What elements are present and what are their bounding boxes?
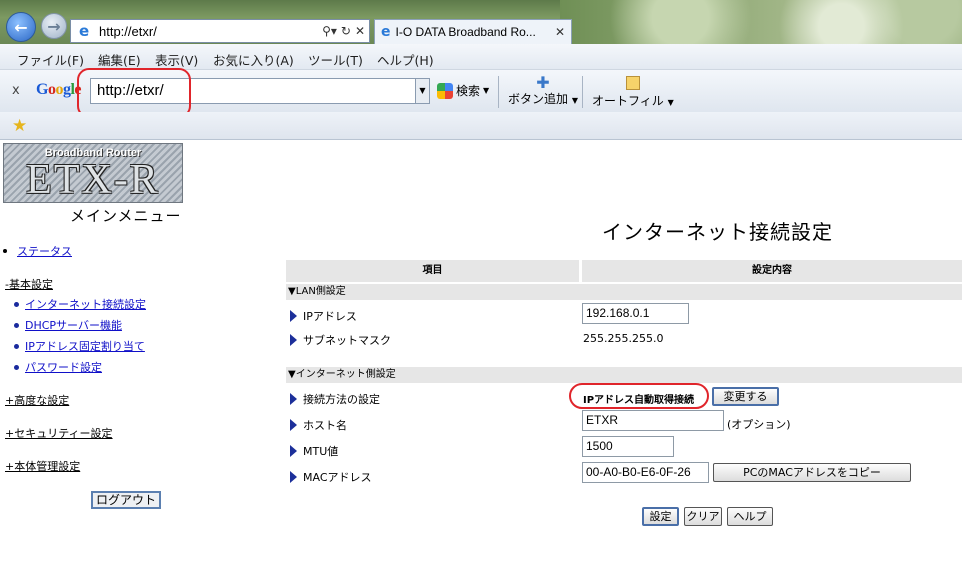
address-bar[interactable]: e http://etxr/ ⚲▾ ↻ ✕ (70, 19, 370, 43)
save-button[interactable]: 設定 (642, 507, 679, 526)
main-menu-title: メインメニュー (70, 207, 182, 225)
wan-section-header: ▼インターネット側設定 (286, 367, 962, 383)
mac-address-input[interactable]: 00-A0-B0-E6-0F-26 (582, 462, 709, 483)
mtu-row: MTU値 (290, 443, 338, 459)
host-name-input[interactable]: ETXR (582, 410, 724, 431)
page-title: インターネット接続設定 (602, 220, 833, 244)
triangle-icon (290, 445, 297, 457)
menu-view[interactable]: 表示(V) (155, 50, 198, 69)
google-search-label: 検索 (456, 84, 481, 98)
logout-button[interactable]: ログアウト (91, 491, 161, 509)
device-settings-section[interactable]: +本体管理設定 (5, 458, 80, 474)
bullet-icon (3, 249, 7, 253)
lan-section-header: ▼LAN側設定 (286, 284, 962, 300)
host-name-row: ホスト名 (290, 417, 347, 433)
toolbar-close-icon[interactable]: x (12, 83, 20, 98)
ip-address-input[interactable]: 192.168.0.1 (582, 303, 689, 324)
host-name-option: (オプション) (727, 418, 791, 431)
sidebar-item-status[interactable]: ステータス (3, 243, 72, 259)
column-header-item: 項目 (286, 260, 579, 282)
mtu-label: MTU値 (303, 445, 339, 458)
mac-address-label: MACアドレス (303, 471, 372, 484)
password-link[interactable]: パスワード設定 (25, 359, 102, 375)
menu-bar: ファイル(F) 編集(E) 表示(V) お気に入り(A) ツール(T) ヘルプ(… (0, 44, 962, 70)
menu-help[interactable]: ヘルプ(H) (377, 50, 434, 69)
google-search-button[interactable]: 検索 ▼ (437, 82, 489, 99)
triangle-icon (290, 419, 297, 431)
google-logo: Google (36, 81, 82, 98)
triangle-icon (290, 393, 297, 405)
background-image (560, 0, 962, 44)
forward-button[interactable]: → (41, 13, 67, 39)
router-logo: Broadband Router ETX-R (3, 143, 183, 203)
close-icon[interactable]: ✕ (355, 24, 365, 38)
bullet-icon (14, 301, 19, 307)
autofill-icon (625, 76, 640, 90)
mac-address-row: MACアドレス (290, 469, 372, 485)
menu-favorites[interactable]: お気に入り(A) (213, 50, 294, 69)
triangle-icon (290, 310, 297, 322)
refresh-icon[interactable]: ↻ (341, 24, 351, 38)
bullet-icon (14, 364, 19, 370)
clear-button[interactable]: クリア (684, 507, 722, 526)
sidebar-item-password[interactable]: パスワード設定 (14, 359, 102, 375)
sidebar-item-internet[interactable]: インターネット接続設定 (14, 296, 146, 312)
subnet-row: サブネットマスク (290, 332, 391, 348)
ip-address-row: IPアドレス (290, 308, 357, 324)
ip-address-label: IPアドレス (303, 310, 357, 323)
google-g-icon (437, 82, 453, 99)
subnet-value: 255.255.255.0 (583, 332, 664, 345)
logo-title: ETX-R (26, 157, 160, 203)
add-button[interactable]: ✚ ボタン追加 ▼ (508, 73, 578, 107)
mtu-input[interactable]: 1500 (582, 436, 674, 457)
tab-title: I-O DATA Broadband Ro... (395, 25, 536, 39)
subnet-label: サブネットマスク (303, 334, 391, 347)
favorites-star-icon[interactable]: ★ (12, 116, 27, 136)
ip-fixed-link[interactable]: IPアドレス固定割り当て (25, 338, 145, 354)
tab-close-icon[interactable]: ✕ (555, 25, 565, 39)
connection-method-label: 接続方法の設定 (303, 393, 380, 406)
search-icon[interactable]: ⚲▾ (322, 24, 337, 38)
help-button[interactable]: ヘルプ (727, 507, 773, 526)
sidebar-item-dhcp[interactable]: DHCPサーバー機能 (14, 317, 122, 333)
bullet-icon (14, 322, 19, 328)
favorites-bar: ★ (0, 112, 962, 140)
add-button-label: ボタン追加 (508, 92, 569, 106)
column-header-setting: 設定内容 (582, 260, 962, 282)
autofill-button[interactable]: オートフィル ▼ (592, 76, 674, 109)
ie-icon: e (79, 22, 90, 40)
back-button[interactable]: ← (6, 12, 36, 42)
chevron-down-icon[interactable]: ▼ (668, 98, 674, 107)
bullet-icon (14, 343, 19, 349)
chevron-down-icon[interactable]: ▼ (483, 86, 489, 95)
security-settings-section[interactable]: +セキュリティー設定 (5, 425, 113, 441)
internet-settings-link[interactable]: インターネット接続設定 (25, 296, 146, 312)
divider (582, 76, 583, 108)
highlight-ring (569, 383, 709, 409)
connection-method-row: 接続方法の設定 (290, 391, 380, 407)
menu-file[interactable]: ファイル(F) (17, 50, 84, 69)
ie-icon: e (381, 24, 391, 40)
basic-settings-section[interactable]: -基本設定 (5, 276, 53, 292)
highlight-ring (77, 68, 191, 118)
menu-edit[interactable]: 編集(E) (98, 50, 141, 69)
advanced-settings-section[interactable]: +高度な設定 (5, 392, 69, 408)
chevron-down-icon[interactable]: ▼ (572, 96, 578, 105)
host-name-label: ホスト名 (303, 419, 347, 432)
sidebar-item-ip-fixed[interactable]: IPアドレス固定割り当て (14, 338, 145, 354)
triangle-icon (290, 334, 297, 346)
menu-tools[interactable]: ツール(T) (308, 50, 363, 69)
copy-mac-button[interactable]: PCのMACアドレスをコピー (713, 463, 911, 482)
address-url[interactable]: http://etxr/ (99, 24, 322, 39)
divider (498, 76, 499, 108)
chevron-down-icon[interactable]: ▼ (415, 79, 429, 103)
triangle-icon (290, 471, 297, 483)
change-button[interactable]: 変更する (712, 387, 779, 406)
autofill-label: オートフィル (592, 94, 664, 108)
plus-icon: ✚ (536, 73, 550, 92)
status-link[interactable]: ステータス (17, 243, 72, 259)
browser-tab[interactable]: e I-O DATA Broadband Ro... ✕ (374, 19, 572, 44)
dhcp-link[interactable]: DHCPサーバー機能 (25, 317, 122, 333)
